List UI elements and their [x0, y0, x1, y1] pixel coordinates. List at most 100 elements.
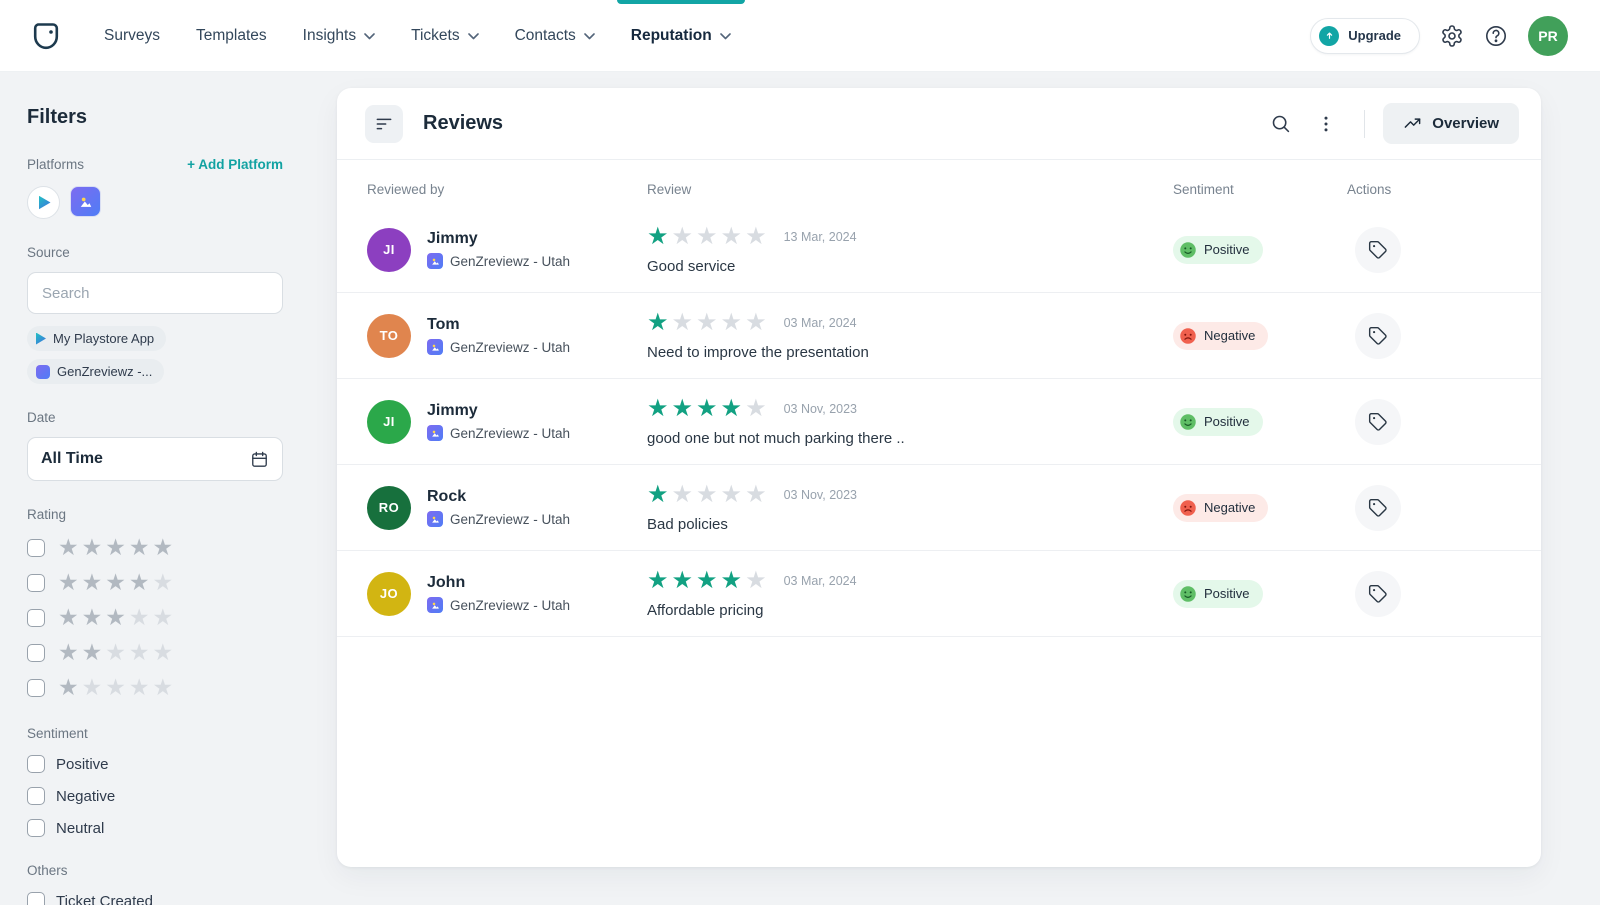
tag-button[interactable] — [1355, 227, 1401, 273]
checkbox[interactable] — [27, 539, 45, 557]
app-icon — [427, 339, 443, 355]
rating-stars: ★★★★★ — [58, 606, 176, 630]
actions-cell — [1347, 313, 1517, 359]
app-logo[interactable] — [30, 0, 62, 71]
filter-option[interactable]: Positive — [27, 755, 283, 773]
rating-filter-row[interactable]: ★★★★★ — [27, 606, 283, 630]
option-label: Positive — [56, 756, 109, 773]
trend-up-icon — [1403, 114, 1422, 133]
nav-item-reputation[interactable]: Reputation — [631, 0, 731, 71]
checkbox[interactable] — [27, 892, 45, 905]
app-icon — [427, 425, 443, 441]
checkbox[interactable] — [27, 679, 45, 697]
header-divider — [1364, 110, 1365, 138]
rating-filter-row[interactable]: ★★★★★ — [27, 641, 283, 665]
nav-item-contacts[interactable]: Contacts — [515, 0, 595, 71]
review-date: 03 Mar, 2024 — [784, 316, 857, 330]
tag-button[interactable] — [1355, 571, 1401, 617]
nav-item-surveys[interactable]: Surveys — [104, 0, 160, 71]
column-actions: Actions — [1347, 182, 1517, 197]
date-label: Date — [27, 410, 283, 425]
overview-button[interactable]: Overview — [1383, 103, 1519, 144]
user-avatar[interactable]: PR — [1528, 16, 1568, 56]
upgrade-button[interactable]: Upgrade — [1310, 18, 1420, 54]
reviews-table-body: JI Jimmy GenZreviewz - Utah ★★★★★ 13 Mar… — [337, 207, 1541, 867]
nav-item-label: Templates — [196, 27, 267, 45]
negative-face-icon — [1179, 327, 1197, 345]
filter-list-button[interactable] — [365, 105, 403, 143]
nav-item-label: Contacts — [515, 27, 576, 45]
rating-filter-row[interactable]: ★★★★★ — [27, 571, 283, 595]
option-label: Neutral — [56, 820, 104, 837]
tag-button[interactable] — [1355, 485, 1401, 531]
reviewed-by-cell: JO John GenZreviewz - Utah — [367, 572, 647, 616]
playstore-icon — [39, 196, 51, 210]
nav-item-templates[interactable]: Templates — [196, 0, 267, 71]
review-stars: ★★★★★ — [647, 569, 770, 593]
main-content: Reviews — [337, 72, 1600, 905]
app-icon — [427, 597, 443, 613]
checkbox[interactable] — [27, 574, 45, 592]
tag-button[interactable] — [1355, 399, 1401, 445]
settings-button[interactable] — [1440, 24, 1464, 48]
platform-playstore-button[interactable] — [27, 186, 60, 219]
nav-item-insights[interactable]: Insights — [303, 0, 375, 71]
rating-filter-row[interactable]: ★★★★★ — [27, 676, 283, 700]
rating-filter-row[interactable]: ★★★★★ — [27, 536, 283, 560]
checkbox[interactable] — [27, 644, 45, 662]
source-section: Source My Playstore App GenZreviewz -... — [27, 245, 283, 384]
sentiment-badge: Positive — [1173, 236, 1263, 264]
nav-item-label: Surveys — [104, 27, 160, 45]
kebab-menu-icon — [1316, 114, 1336, 134]
checkbox[interactable] — [27, 609, 45, 627]
upgrade-arrow-icon — [1319, 26, 1339, 46]
reviewed-by-cell: TO Tom GenZreviewz - Utah — [367, 314, 647, 358]
help-button[interactable] — [1484, 24, 1508, 48]
review-date: 03 Nov, 2023 — [784, 402, 857, 416]
nav-item-label: Reputation — [631, 27, 712, 45]
source-chip[interactable]: GenZreviewz -... — [27, 359, 164, 384]
tag-icon — [1368, 240, 1388, 260]
checkbox[interactable] — [27, 819, 45, 837]
chevron-down-icon — [468, 33, 479, 40]
reviewer-name: Rock — [427, 488, 570, 506]
sentiment-cell: Positive — [1173, 580, 1347, 608]
column-sentiment: Sentiment — [1173, 182, 1347, 197]
nav-item-tickets[interactable]: Tickets — [411, 0, 479, 71]
sentiment-cell: Negative — [1173, 494, 1347, 522]
reviewer-name: Jimmy — [427, 402, 570, 420]
column-review: Review — [647, 182, 1173, 197]
review-text: Bad policies — [647, 516, 1173, 533]
add-platform-button[interactable]: + Add Platform — [187, 157, 283, 172]
platform-genzreviewz-button[interactable] — [70, 186, 101, 217]
rating-section: Rating ★★★★★ ★★★★★ ★★★★★ ★★★★★ ★★★★★ — [27, 507, 283, 700]
filter-option[interactable]: Negative — [27, 787, 283, 805]
review-row: JO John GenZreviewz - Utah ★★★★★ 03 Mar,… — [337, 551, 1541, 637]
filter-option[interactable]: Ticket Created — [27, 892, 283, 905]
source-search-input[interactable] — [27, 272, 283, 314]
search-icon — [1270, 113, 1291, 134]
review-row: JI Jimmy GenZreviewz - Utah ★★★★★ 13 Mar… — [337, 207, 1541, 293]
date-range-select[interactable]: All Time — [27, 437, 283, 481]
more-options-button[interactable] — [1306, 104, 1346, 144]
review-date: 03 Nov, 2023 — [784, 488, 857, 502]
tag-button[interactable] — [1355, 313, 1401, 359]
app-icon — [427, 253, 443, 269]
sentiment-badge: Positive — [1173, 408, 1263, 436]
reviews-table-head: Reviewed by Review Sentiment Actions — [337, 160, 1541, 207]
sentiment-badge: Negative — [1173, 494, 1268, 522]
reviewer-name: Tom — [427, 316, 570, 334]
source-label: Source — [27, 245, 283, 260]
nav-right: Upgrade PR — [1310, 0, 1568, 71]
checkbox[interactable] — [27, 787, 45, 805]
review-stars: ★★★★★ — [647, 483, 770, 507]
filter-option[interactable]: Neutral — [27, 819, 283, 837]
source-chip[interactable]: My Playstore App — [27, 326, 166, 351]
checkbox[interactable] — [27, 755, 45, 773]
reviewed-by-cell: JI Jimmy GenZreviewz - Utah — [367, 400, 647, 444]
upgrade-label: Upgrade — [1348, 28, 1401, 43]
reviews-header-actions: Overview — [1260, 103, 1519, 144]
others-options: Ticket Created — [27, 892, 283, 905]
rating-label: Rating — [27, 507, 283, 522]
search-button[interactable] — [1260, 104, 1300, 144]
